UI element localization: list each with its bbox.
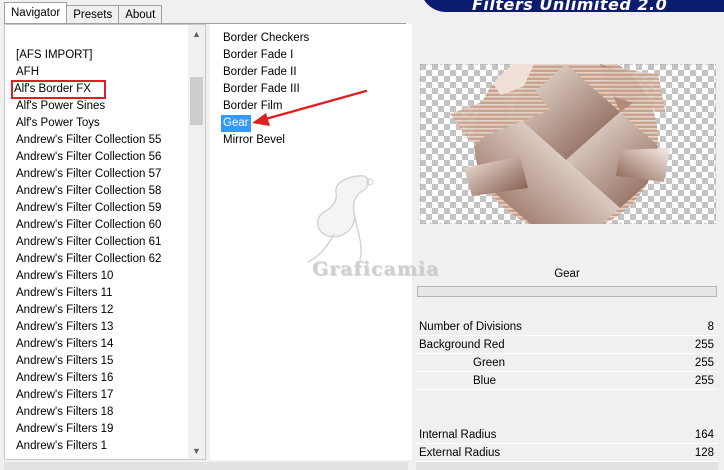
annotation-arrow-icon bbox=[252, 89, 368, 126]
category-list: [AFS IMPORT] AFH Alf's Border FX Alf's Powe… bbox=[11, 47, 161, 455]
category-item[interactable]: Andrew's Filter Collection 59 bbox=[15, 200, 161, 217]
filter-item[interactable]: Gear bbox=[221, 115, 251, 132]
category-item[interactable]: Andrew's Filter Collection 61 bbox=[15, 234, 161, 251]
category-item[interactable]: Andrew's Filters 10 bbox=[15, 268, 161, 285]
watermark-figure-icon bbox=[307, 175, 374, 263]
category-item[interactable]: Andrew's Filter Collection 60 bbox=[15, 217, 161, 234]
category-item[interactable]: Andrew's Filters 1 bbox=[15, 438, 161, 455]
parameter-label: Internal Radius bbox=[419, 429, 497, 441]
parameter-list: Number of Divisions 8 Background Red 255 Gre… bbox=[416, 318, 718, 390]
parameter-label: Background Red bbox=[419, 339, 505, 351]
filter-item[interactable]: Border Fade I bbox=[221, 47, 295, 64]
category-scrollbar[interactable]: ▲ ▼ bbox=[188, 25, 205, 459]
category-item[interactable]: Andrew's Filters 18 bbox=[15, 404, 161, 421]
parameter-value[interactable]: 128 bbox=[695, 444, 714, 462]
parameter-value[interactable]: 255 bbox=[695, 336, 714, 354]
category-item[interactable]: Alf's Power Sines bbox=[15, 98, 161, 115]
parameter-value[interactable]: 164 bbox=[695, 426, 714, 444]
parameter-value[interactable]: 8 bbox=[708, 318, 714, 336]
category-item[interactable]: Andrew's Filters 11 bbox=[15, 285, 161, 302]
parameter-row[interactable]: Internal Radius 164 bbox=[416, 426, 718, 444]
parameter-label: External Radius bbox=[419, 447, 501, 459]
category-item[interactable]: Andrew's Filters 16 bbox=[15, 370, 161, 387]
category-item[interactable]: [AFS IMPORT] bbox=[15, 47, 161, 64]
category-item[interactable]: Andrew's Filters 17 bbox=[15, 387, 161, 404]
tab-about[interactable]: About bbox=[118, 5, 163, 23]
scroll-thumb[interactable] bbox=[190, 77, 203, 125]
category-item[interactable]: Andrew's Filter Collection 58 bbox=[15, 183, 161, 200]
filter-item[interactable]: Border Fade II bbox=[221, 64, 299, 81]
category-item[interactable]: Andrew's Filters 14 bbox=[15, 336, 161, 353]
filter-item[interactable]: Border Checkers bbox=[221, 30, 311, 47]
tab-navigator[interactable]: Navigator bbox=[4, 2, 68, 23]
parameter-row[interactable]: Background Red 255 bbox=[416, 336, 718, 354]
scroll-down-icon[interactable]: ▼ bbox=[188, 442, 205, 459]
parameter-row[interactable]: Blue 255 bbox=[416, 372, 718, 390]
category-item[interactable]: Andrew's Filters 12 bbox=[15, 302, 161, 319]
category-item[interactable]: Andrew's Filter Collection 56 bbox=[15, 149, 161, 166]
category-item[interactable]: AFH bbox=[15, 64, 161, 81]
app-title: Filters Unlimited 2.0 bbox=[472, 0, 668, 12]
tab-presets[interactable]: Presets bbox=[66, 5, 120, 23]
parameter-value[interactable]: 255 bbox=[695, 354, 714, 372]
app-banner: Filters Unlimited 2.0 bbox=[420, 0, 724, 12]
parameter-label: Blue bbox=[473, 375, 497, 387]
bottom-button-strip-right bbox=[416, 462, 718, 470]
category-item[interactable]: Alf's Border FX bbox=[11, 80, 106, 99]
bottom-button-strip bbox=[4, 462, 408, 470]
parameter-row[interactable]: Green 255 bbox=[416, 354, 718, 372]
filter-preview bbox=[420, 64, 716, 224]
category-item[interactable]: Alf's Power Toys bbox=[15, 115, 161, 132]
category-item[interactable]: Andrew's Filters 13 bbox=[15, 319, 161, 336]
parameter-row[interactable]: External Radius 128 bbox=[416, 444, 718, 462]
category-item[interactable]: Andrew's Filters 19 bbox=[15, 421, 161, 438]
category-item[interactable]: Andrew's Filter Collection 62 bbox=[15, 251, 161, 268]
parameter-list-2: Internal Radius 164 External Radius 128 bbox=[416, 426, 718, 462]
parameter-label: Green bbox=[473, 357, 505, 369]
category-item[interactable]: Andrew's Filter Collection 55 bbox=[15, 132, 161, 149]
category-item[interactable]: Andrew's Filters 15 bbox=[15, 353, 161, 370]
tab-bar: Navigator Presets About bbox=[4, 2, 163, 23]
category-list-panel: [AFS IMPORT] AFH Alf's Border FX Alf's Powe… bbox=[4, 24, 206, 460]
parameter-label: Number of Divisions bbox=[419, 321, 522, 333]
filter-item[interactable]: Mirror Bevel bbox=[221, 132, 287, 149]
parameter-row[interactable]: Number of Divisions 8 bbox=[416, 318, 718, 336]
category-item[interactable]: Andrew's Filter Collection 57 bbox=[15, 166, 161, 183]
parameter-value[interactable]: 255 bbox=[695, 372, 714, 390]
progress-bar bbox=[417, 286, 717, 297]
scroll-up-icon[interactable]: ▲ bbox=[188, 25, 205, 42]
filter-name-label: Gear bbox=[554, 268, 580, 280]
